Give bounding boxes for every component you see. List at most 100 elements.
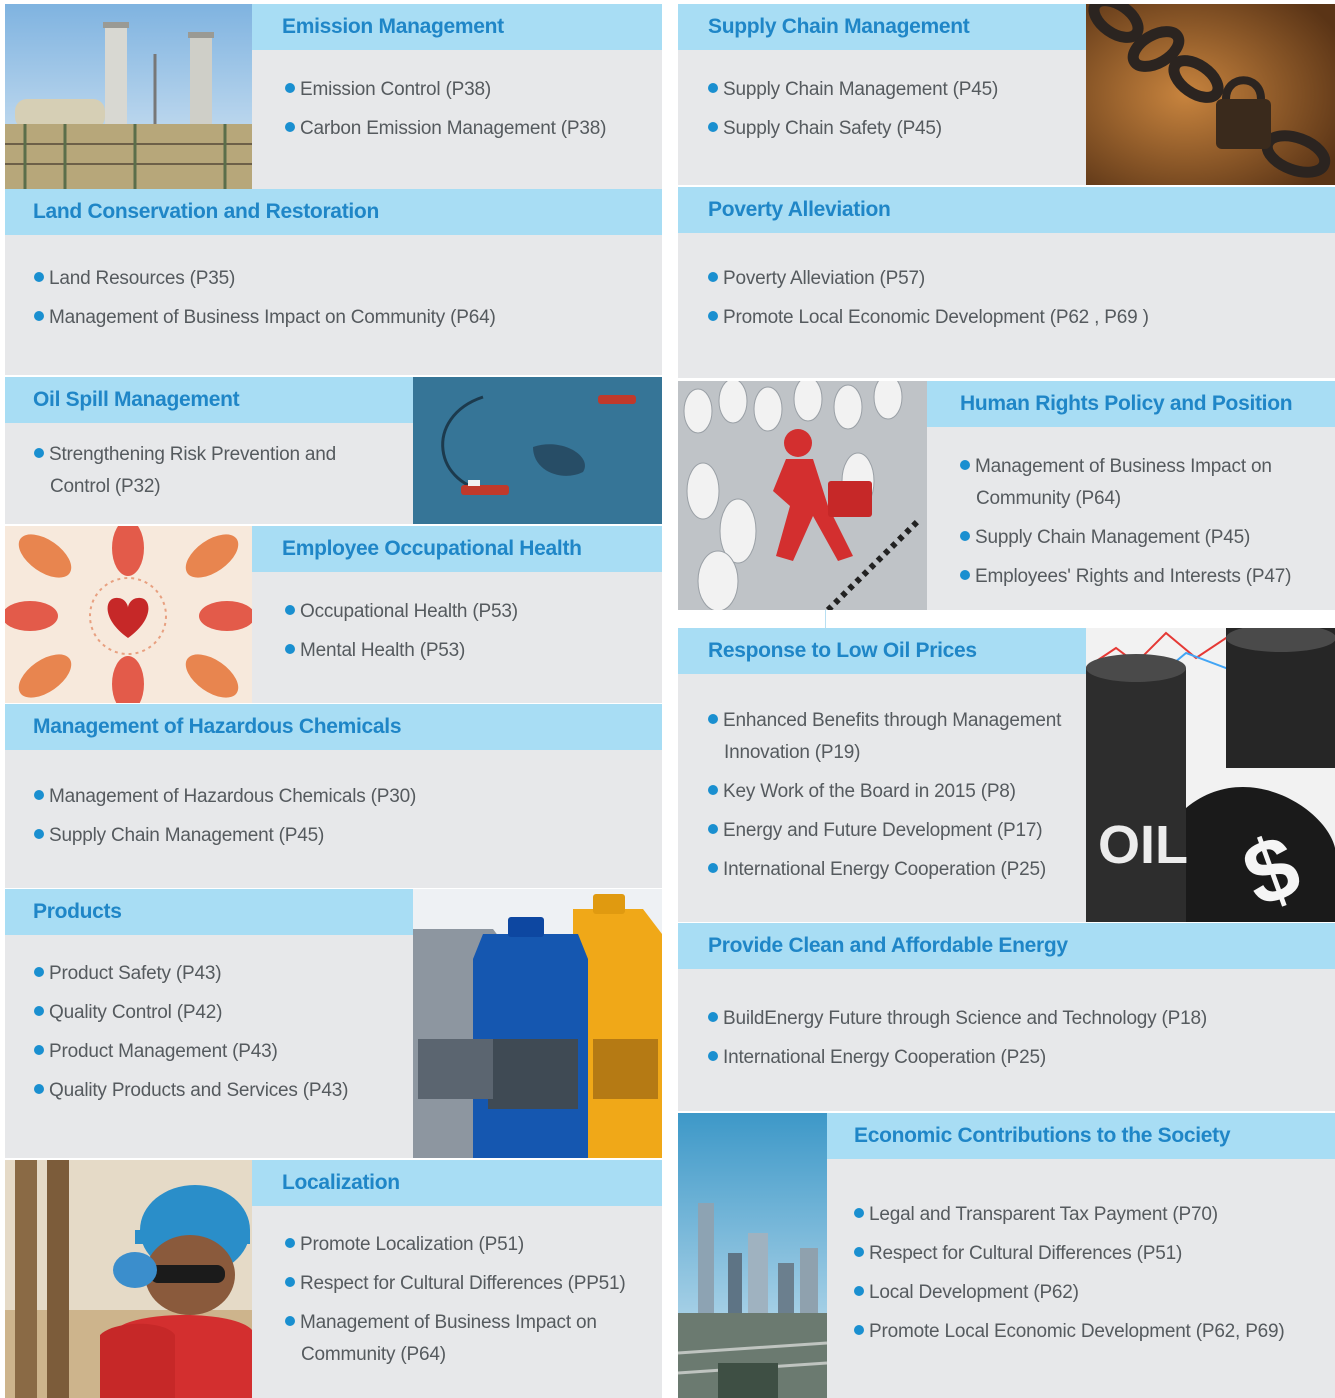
bullet-icon (285, 1316, 295, 1326)
section-title: Human Rights Policy and Position (927, 381, 1335, 427)
list-item: Supply Chain Management (P45) (708, 74, 1078, 106)
list-item: Land Resources (P35) (34, 263, 644, 295)
bullet-icon (708, 714, 718, 724)
bullet-icon (854, 1286, 864, 1296)
list-item: Supply Chain Management (P45) (34, 820, 644, 852)
section-poverty-alleviation: Poverty Alleviation Poverty Alleviation … (678, 187, 1335, 378)
bullet-icon (960, 570, 970, 580)
list-item: BuildEnergy Future through Science and T… (708, 1003, 1328, 1035)
bullet-icon (854, 1208, 864, 1218)
section-clean-energy: Provide Clean and Affordable Energy Buil… (678, 923, 1335, 1111)
bullet-icon (285, 1277, 295, 1287)
list-item: Promote Local Economic Development (P62 … (708, 302, 1318, 334)
bullet-icon (708, 824, 718, 834)
section-land-conservation: Land Conservation and Restoration Land R… (5, 189, 662, 375)
list-item: Promote Localization (P51) (285, 1229, 645, 1261)
section-list: Promote Localization (P51) Respect for C… (285, 1229, 645, 1378)
workers-hardhat-photo (5, 1160, 252, 1398)
list-item: Quality Control (P42) (34, 997, 404, 1029)
bullet-icon (708, 83, 718, 93)
list-item: Supply Chain Management (P45) (960, 522, 1320, 554)
hands-heart-illustration (5, 526, 252, 703)
bullet-icon (34, 829, 44, 839)
section-title: Response to Low Oil Prices (678, 628, 1086, 674)
section-title: Employee Occupational Health (252, 526, 662, 572)
list-item: Occupational Health (P53) (285, 596, 655, 628)
list-item: Emission Control (P38) (285, 74, 655, 106)
section-title: Oil Spill Management (5, 377, 413, 423)
list-item: Respect for Cultural Differences (PP51) (285, 1268, 645, 1300)
section-hazardous-chemicals: Management of Hazardous Chemicals Manage… (5, 704, 662, 888)
section-occupational-health: Employee Occupational Health Occupationa… (5, 526, 662, 703)
list-item: Key Work of the Board in 2015 (P8) (708, 776, 1078, 808)
bullet-icon (285, 1238, 295, 1248)
section-list: Product Safety (P43) Quality Control (P4… (34, 958, 404, 1114)
list-item: Management of Business Impact on Communi… (285, 1307, 645, 1371)
list-item: Management of Business Impact on Communi… (34, 302, 644, 334)
list-item: Product Safety (P43) (34, 958, 404, 990)
section-list: Enhanced Benefits through Management Inn… (708, 705, 1078, 893)
bullet-icon (34, 1084, 44, 1094)
section-title: Economic Contributions to the Society (827, 1113, 1335, 1159)
bullet-icon (285, 605, 295, 615)
bullet-icon (34, 311, 44, 321)
section-list: Emission Control (P38) Carbon Emission M… (285, 74, 655, 152)
section-list: BuildEnergy Future through Science and T… (708, 1003, 1328, 1081)
bullet-icon (34, 790, 44, 800)
bullet-icon (708, 1012, 718, 1022)
left-column: Emission Management Emission Control (P3… (0, 0, 662, 1398)
section-economic-contributions: Economic Contributions to the Society Le… (678, 1113, 1335, 1398)
section-list: Land Resources (P35) Management of Busin… (34, 263, 644, 341)
city-skyline-photo (678, 1113, 827, 1398)
section-list: Poverty Alleviation (P57) Promote Local … (708, 263, 1318, 341)
section-localization: Localization Promote Localization (P51) … (5, 1160, 662, 1398)
red-figure-walking-illustration (678, 381, 927, 610)
bullet-icon (34, 272, 44, 282)
bullet-icon (708, 863, 718, 873)
section-list: Legal and Transparent Tax Payment (P70) … (854, 1199, 1324, 1355)
section-list: Management of Business Impact on Communi… (960, 451, 1320, 600)
section-title: Management of Hazardous Chemicals (5, 704, 662, 750)
section-title: Provide Clean and Affordable Energy (678, 923, 1335, 969)
bullet-icon (34, 1045, 44, 1055)
list-item: International Energy Cooperation (P25) (708, 854, 1078, 886)
section-list: Strengthening Risk Prevention and Contro… (34, 439, 384, 510)
list-item: Poverty Alleviation (P57) (708, 263, 1318, 295)
barrel-oil-label: OIL (1098, 815, 1188, 875)
chain-lock-photo (1086, 4, 1335, 185)
oil-barrels-photo: OIL $ (1086, 628, 1335, 922)
list-item: Management of Hazardous Chemicals (P30) (34, 781, 644, 813)
list-item: Legal and Transparent Tax Payment (P70) (854, 1199, 1324, 1231)
bullet-icon (34, 1006, 44, 1016)
lubricant-bottles-photo (413, 889, 662, 1158)
list-item: Energy and Future Development (P17) (708, 815, 1078, 847)
bullet-icon (34, 967, 44, 977)
section-list: Occupational Health (P53) Mental Health … (285, 596, 655, 674)
bullet-icon (708, 122, 718, 132)
bullet-icon (708, 272, 718, 282)
bullet-icon (285, 644, 295, 654)
section-low-oil-prices: Response to Low Oil Prices Enhanced Bene… (678, 628, 1335, 922)
right-column: Supply Chain Management Supply Chain Man… (678, 0, 1335, 1398)
bullet-icon (960, 531, 970, 541)
list-item: Enhanced Benefits through Management Inn… (708, 705, 1078, 769)
bullet-icon (285, 83, 295, 93)
bullet-icon (708, 311, 718, 321)
list-item: Employees' Rights and Interests (P47) (960, 561, 1320, 593)
list-item: Product Management (P43) (34, 1036, 404, 1068)
bullet-icon (708, 1051, 718, 1061)
section-supply-chain: Supply Chain Management Supply Chain Man… (678, 4, 1335, 185)
section-oil-spill: Oil Spill Management Strengthening Risk … (5, 377, 662, 524)
list-item: International Energy Cooperation (P25) (708, 1042, 1328, 1074)
connector-line (825, 610, 826, 628)
list-item: Promote Local Economic Development (P62,… (854, 1316, 1324, 1348)
section-list: Management of Hazardous Chemicals (P30) … (34, 781, 644, 859)
list-item: Strengthening Risk Prevention and Contro… (34, 439, 384, 503)
section-title: Land Conservation and Restoration (5, 189, 662, 235)
bullet-icon (854, 1325, 864, 1335)
section-title: Products (5, 889, 413, 935)
section-title: Localization (252, 1160, 662, 1206)
list-item: Carbon Emission Management (P38) (285, 113, 655, 145)
list-item: Respect for Cultural Differences (P51) (854, 1238, 1324, 1270)
bullet-icon (960, 460, 970, 470)
